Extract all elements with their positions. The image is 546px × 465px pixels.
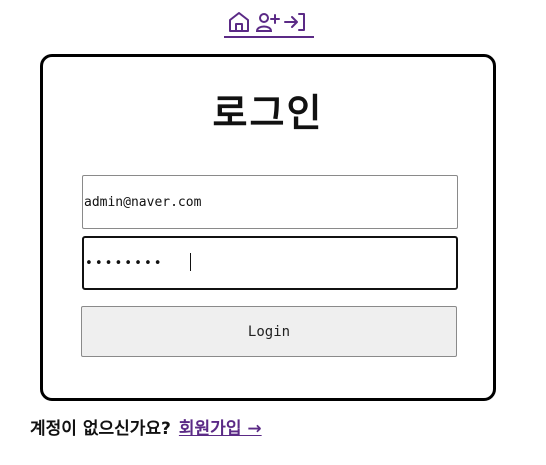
home-link[interactable] [226,9,252,35]
signup-prompt: 계정이 없으신가요? [30,419,171,439]
login-card: 로그인 Login [40,54,496,401]
password-field[interactable] [82,236,458,290]
top-nav [224,8,314,38]
signup-link[interactable]: 회원가입 → [179,419,262,439]
login-arrow-icon [284,13,305,31]
login-button[interactable]: Login [81,306,457,357]
signup-nav-link[interactable] [254,9,280,35]
login-nav-link[interactable] [282,9,308,35]
signup-row: 계정이 없으신가요? 회원가입 → [30,416,262,442]
user-plus-icon [255,13,280,32]
text-caret [190,253,191,271]
page-title: 로그인 [212,91,324,135]
email-field[interactable] [82,175,458,229]
home-icon [229,12,249,32]
